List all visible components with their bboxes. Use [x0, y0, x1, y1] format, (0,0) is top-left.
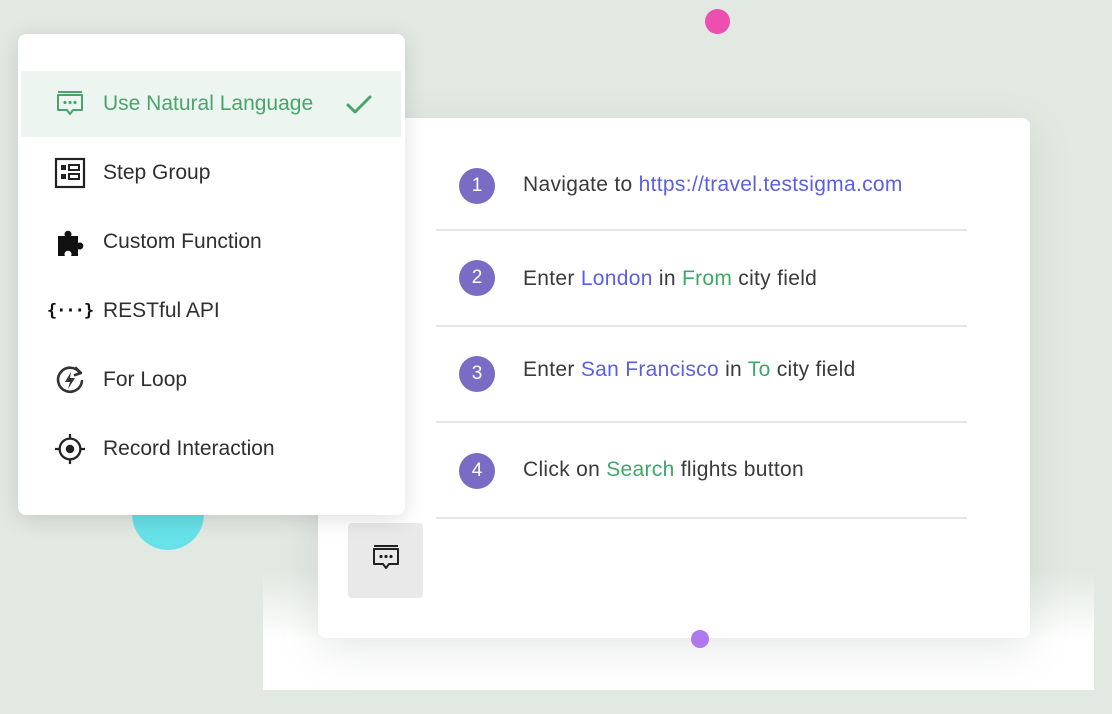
menu-item-restful-api[interactable]: {···} RESTful API [21, 278, 401, 344]
menu-item-label: For Loop [103, 368, 188, 391]
step-number-badge: 3 [459, 356, 495, 392]
test-steps-card: 1 Navigate to https://travel.testsigma.c… [318, 118, 1030, 638]
step-row-2[interactable]: 2 Enter London in From city field [436, 231, 967, 327]
menu-item-use-natural-language[interactable]: Use Natural Language [21, 71, 401, 137]
menu-item-label: Use Natural Language [103, 92, 314, 115]
step-text: Enter London in From city field [523, 267, 818, 290]
step-text: Navigate to https://travel.testsigma.com [523, 173, 903, 196]
decorative-pink-dot [705, 9, 730, 34]
step-row-3[interactable]: 3 Enter San Francisco in To city field [436, 327, 967, 423]
step-number-badge: 2 [459, 260, 495, 296]
step-number-badge: 4 [459, 453, 495, 489]
check-icon [346, 95, 372, 114]
step-url: https://travel.testsigma.com [638, 173, 903, 196]
step-number-badge: 1 [459, 168, 495, 204]
step-row-4[interactable]: 4 Click on Search flights button [436, 423, 967, 519]
step-test-data: San Francisco [580, 358, 719, 381]
menu-item-label: RESTful API [103, 299, 220, 322]
step-element: Search [606, 458, 675, 481]
menu-item-for-loop[interactable]: For Loop [21, 347, 401, 413]
step-group-icon [54, 157, 86, 189]
menu-item-step-group[interactable]: Step Group [21, 140, 401, 206]
step-element: From [681, 267, 733, 290]
menu-item-record-interaction[interactable]: Record Interaction [21, 416, 401, 482]
step-type-menu: Use Natural Language Step Group Custom F… [18, 34, 405, 515]
decorative-purple-dot [691, 630, 709, 648]
menu-item-label: Custom Function [103, 230, 262, 253]
puzzle-icon [54, 226, 86, 258]
chat-message-icon [54, 88, 86, 120]
menu-item-custom-function[interactable]: Custom Function [21, 209, 401, 275]
chat-message-icon [371, 543, 401, 578]
step-text: Click on Search flights button [523, 458, 804, 481]
step-row-1[interactable]: 1 Navigate to https://travel.testsigma.c… [436, 118, 967, 231]
curly-braces-icon: {···} [46, 301, 94, 321]
menu-item-label: Step Group [103, 161, 211, 184]
loop-bolt-icon [54, 364, 86, 396]
step-text: Enter San Francisco in To city field [523, 358, 856, 381]
crosshair-icon [54, 433, 86, 465]
step-test-data: London [580, 267, 653, 290]
menu-item-label: Record Interaction [103, 437, 275, 460]
natural-language-button[interactable] [348, 523, 423, 598]
step-element: To [747, 358, 771, 381]
